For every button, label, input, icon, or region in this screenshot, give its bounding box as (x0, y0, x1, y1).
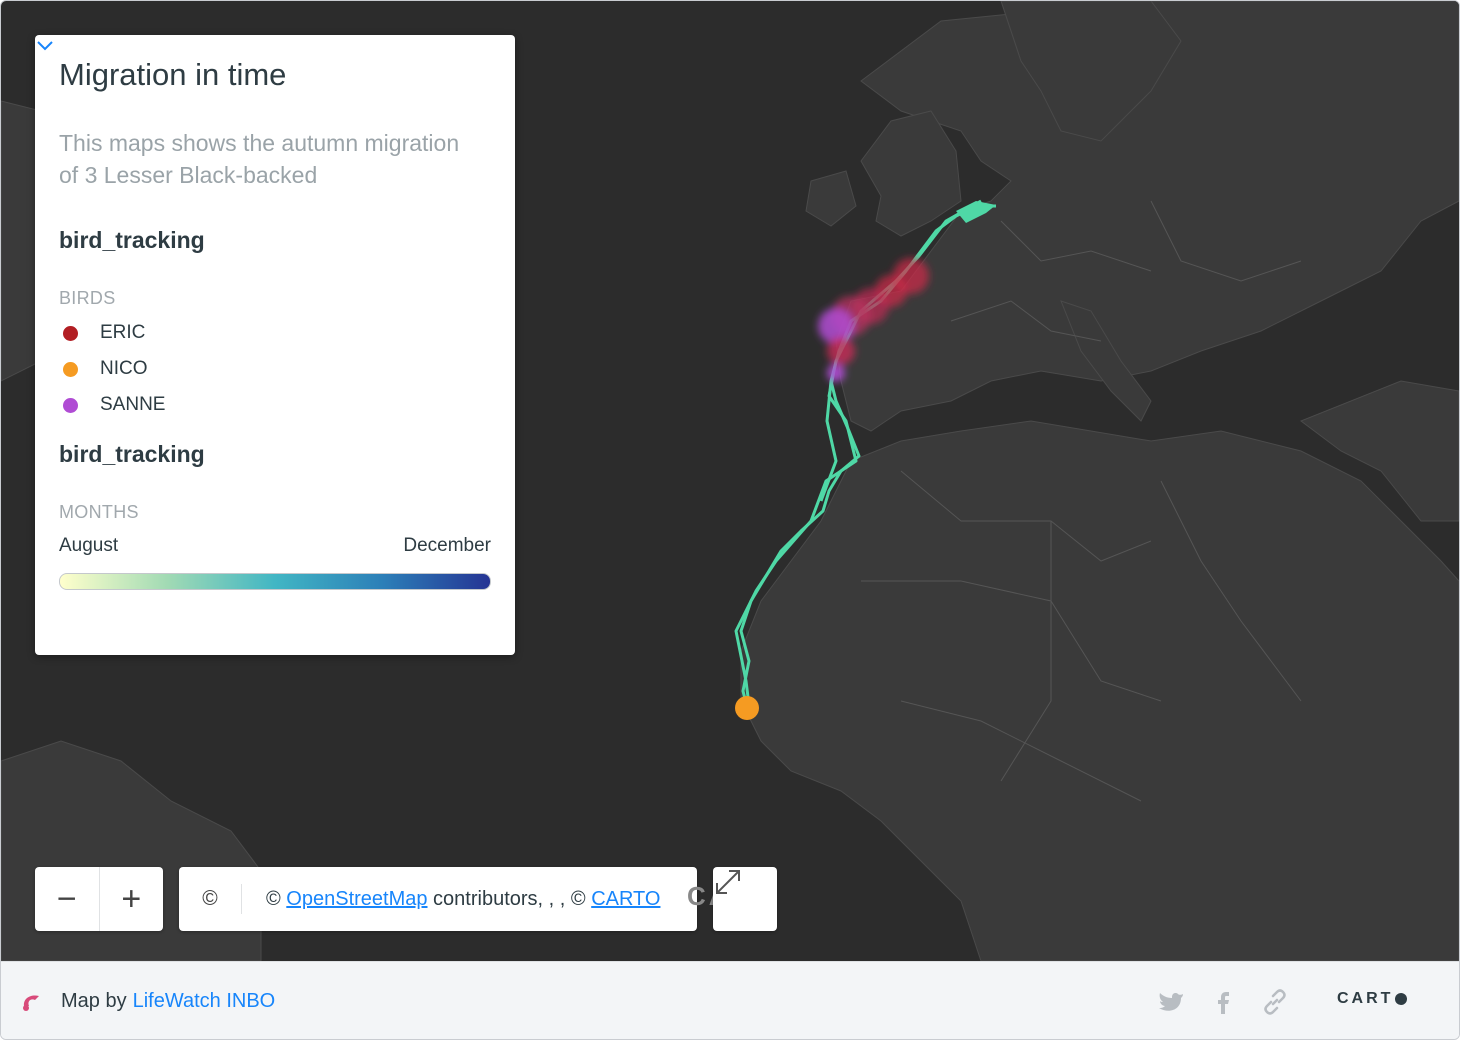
bird-name: ERIC (100, 322, 146, 343)
carto-logo-dot (1395, 993, 1408, 1005)
legend-title: Migration in time (59, 57, 287, 92)
month-range: August December (59, 535, 491, 557)
map-credit: Map by LifeWatch INBO (19, 988, 275, 1014)
zoom-in-button[interactable]: + (98, 867, 164, 931)
carto-link[interactable]: CARTO (591, 888, 660, 910)
attribution-middle: contributors, , , © (427, 887, 592, 910)
copyright-toggle[interactable]: © (179, 884, 242, 914)
bird-color-dot (63, 397, 78, 413)
bird-color-dot (63, 325, 78, 341)
carto-logo-text: CART (1337, 990, 1394, 1007)
facebook-icon[interactable] (1209, 988, 1237, 1016)
attribution-text: © OpenStreetMap contributors, , , © CART… (242, 888, 660, 911)
twitter-icon[interactable] (1157, 988, 1185, 1016)
nico-point (735, 696, 759, 720)
layer-title-birds: bird_tracking (59, 227, 205, 253)
embed-frame: Migration in time This maps shows the au… (0, 0, 1460, 1040)
map-canvas[interactable]: Migration in time This maps shows the au… (1, 1, 1459, 961)
uk-land (860, 110, 962, 237)
osm-link[interactable]: OpenStreetMap (286, 888, 427, 910)
author-link[interactable]: LifeWatch INBO (133, 990, 276, 1013)
month-from: August (59, 535, 119, 556)
bird-color-dot (63, 361, 78, 377)
legend-description: This maps shows the autumn migration of … (59, 130, 460, 188)
author-avatar-icon (23, 995, 39, 1011)
month-to: December (403, 535, 491, 556)
bird-name: SANNE (100, 394, 166, 415)
africa-land (740, 420, 1459, 961)
bird-item: SANNE (59, 387, 491, 423)
months-caption: MONTHS (59, 502, 139, 522)
bird-item: ERIC (59, 315, 491, 351)
layer-title-months: bird_tracking (59, 441, 205, 467)
fullscreen-button[interactable] (713, 867, 777, 931)
zoom-out-button[interactable]: − (35, 867, 99, 931)
birds-caption: BIRDS (59, 288, 116, 308)
attribution-bar: © © OpenStreetMap contributors, , , © CA… (179, 867, 697, 931)
bird-name: NICO (100, 358, 148, 379)
footer-bar: Map by LifeWatch INBO CART (1, 961, 1459, 1039)
legend-panel: Migration in time This maps shows the au… (35, 35, 515, 655)
attribution-prefix: © (266, 887, 287, 910)
carto-logo[interactable]: CART (1337, 990, 1408, 1008)
expand-icon (716, 870, 740, 894)
bird-list: ERIC NICO SANNE (59, 315, 491, 423)
bird-item: NICO (59, 351, 491, 387)
map-by-label: Map by (61, 989, 127, 1012)
zoom-controls: − + (35, 867, 163, 931)
ireland-land (805, 170, 857, 227)
chevron-down-icon[interactable] (35, 35, 55, 55)
link-icon[interactable] (1261, 988, 1289, 1016)
color-ramp (59, 573, 491, 590)
